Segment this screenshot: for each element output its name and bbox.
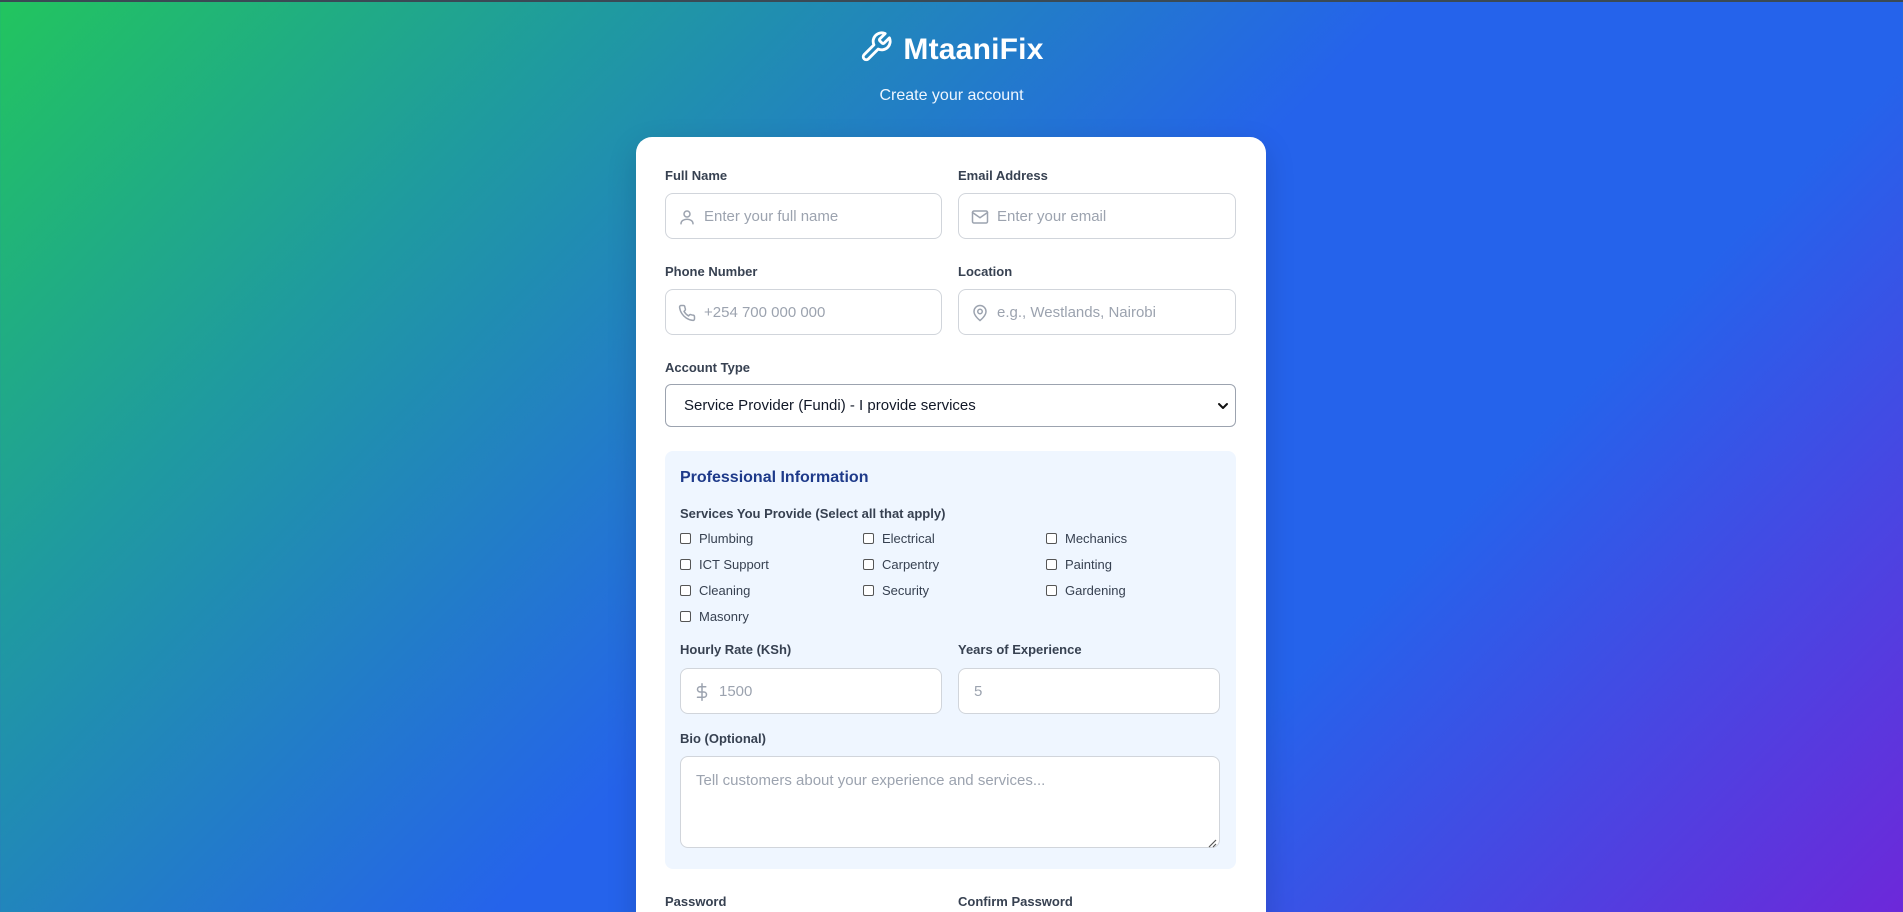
brand-header: MtaaniFix [0, 30, 1903, 69]
service-checkbox-painting[interactable]: Painting [1046, 557, 1112, 572]
service-label: Plumbing [699, 531, 754, 546]
account-type-select[interactable]: Service Provider (Fundi) - I provide ser… [665, 384, 1236, 427]
window-top-border [0, 0, 1903, 2]
confirm-password-label: Confirm Password [958, 894, 1073, 909]
password-label: Password [665, 894, 727, 909]
service-label: Masonry [699, 609, 749, 624]
signup-card: Full Name Enter your full name Email Add… [636, 137, 1266, 912]
service-checkbox-cleaning[interactable]: Cleaning [680, 583, 750, 598]
service-checkbox-plumbing[interactable]: Plumbing [680, 531, 753, 546]
app-title: MtaaniFix [903, 32, 1044, 66]
checkbox[interactable] [680, 585, 691, 596]
checkbox[interactable] [680, 559, 691, 570]
checkbox[interactable] [1046, 533, 1057, 544]
services-label: Services You Provide (Select all that ap… [680, 506, 946, 521]
account-type-label: Account Type [665, 360, 750, 375]
service-checkbox-carpentry[interactable]: Carpentry [863, 557, 939, 572]
bio-textarea[interactable]: Tell customers about your experience and… [680, 756, 1220, 848]
professional-info-panel: Professional Information Services You Pr… [665, 451, 1236, 869]
email-placeholder: Enter your email [997, 208, 1107, 225]
service-checkbox-electrical[interactable]: Electrical [863, 531, 935, 546]
professional-info-title: Professional Information [680, 469, 869, 486]
service-label: Security [882, 583, 929, 598]
map-pin-icon [971, 304, 989, 322]
wrench-icon [859, 30, 893, 69]
email-label: Email Address [958, 168, 1048, 183]
hourly-rate-input[interactable]: 1500 [680, 668, 942, 714]
checkbox[interactable] [863, 559, 874, 570]
service-label: Painting [1065, 557, 1112, 572]
checkbox[interactable] [1046, 585, 1057, 596]
service-checkbox-ict-support[interactable]: ICT Support [680, 557, 769, 572]
full-name-input[interactable]: Enter your full name [665, 193, 942, 239]
phone-label: Phone Number [665, 264, 758, 279]
experience-input[interactable]: 5 [958, 668, 1220, 714]
page-subtitle: Create your account [879, 87, 1024, 104]
bio-label: Bio (Optional) [680, 731, 766, 746]
chevron-down-icon [1215, 398, 1231, 414]
phone-input[interactable]: +254 700 000 000 [665, 289, 942, 335]
service-label: ICT Support [699, 557, 769, 572]
service-checkbox-masonry[interactable]: Masonry [680, 609, 749, 624]
location-placeholder: e.g., Westlands, Nairobi [997, 304, 1156, 321]
checkbox[interactable] [863, 585, 874, 596]
service-label: Electrical [882, 531, 935, 546]
service-label: Carpentry [882, 557, 940, 572]
service-checkbox-security[interactable]: Security [863, 583, 929, 598]
service-label: Mechanics [1065, 531, 1128, 546]
user-icon [678, 208, 696, 226]
service-checkbox-mechanics[interactable]: Mechanics [1046, 531, 1127, 546]
full-name-label: Full Name [665, 168, 728, 183]
service-checkbox-gardening[interactable]: Gardening [1046, 583, 1126, 598]
experience-label: Years of Experience [958, 642, 1082, 657]
service-label: Gardening [1065, 583, 1126, 598]
checkbox[interactable] [1046, 559, 1057, 570]
mail-icon [971, 208, 989, 226]
bio-placeholder: Tell customers about your experience and… [696, 772, 1046, 789]
service-label: Cleaning [699, 583, 751, 598]
full-name-placeholder: Enter your full name [704, 208, 839, 225]
location-input[interactable]: e.g., Westlands, Nairobi [958, 289, 1236, 335]
experience-placeholder: 5 [974, 683, 983, 700]
phone-placeholder: +254 700 000 000 [704, 304, 826, 321]
location-label: Location [958, 264, 1013, 279]
checkbox[interactable] [680, 533, 691, 544]
email-input[interactable]: Enter your email [958, 193, 1236, 239]
resize-grip-icon[interactable] [1207, 835, 1217, 848]
phone-icon [678, 304, 696, 322]
account-type-value: Service Provider (Fundi) - I provide ser… [684, 397, 976, 414]
checkbox[interactable] [863, 533, 874, 544]
checkbox[interactable] [680, 611, 691, 622]
hourly-rate-placeholder: 1500 [719, 683, 753, 700]
hourly-rate-label: Hourly Rate (KSh) [680, 642, 792, 657]
dollar-icon [693, 683, 711, 701]
